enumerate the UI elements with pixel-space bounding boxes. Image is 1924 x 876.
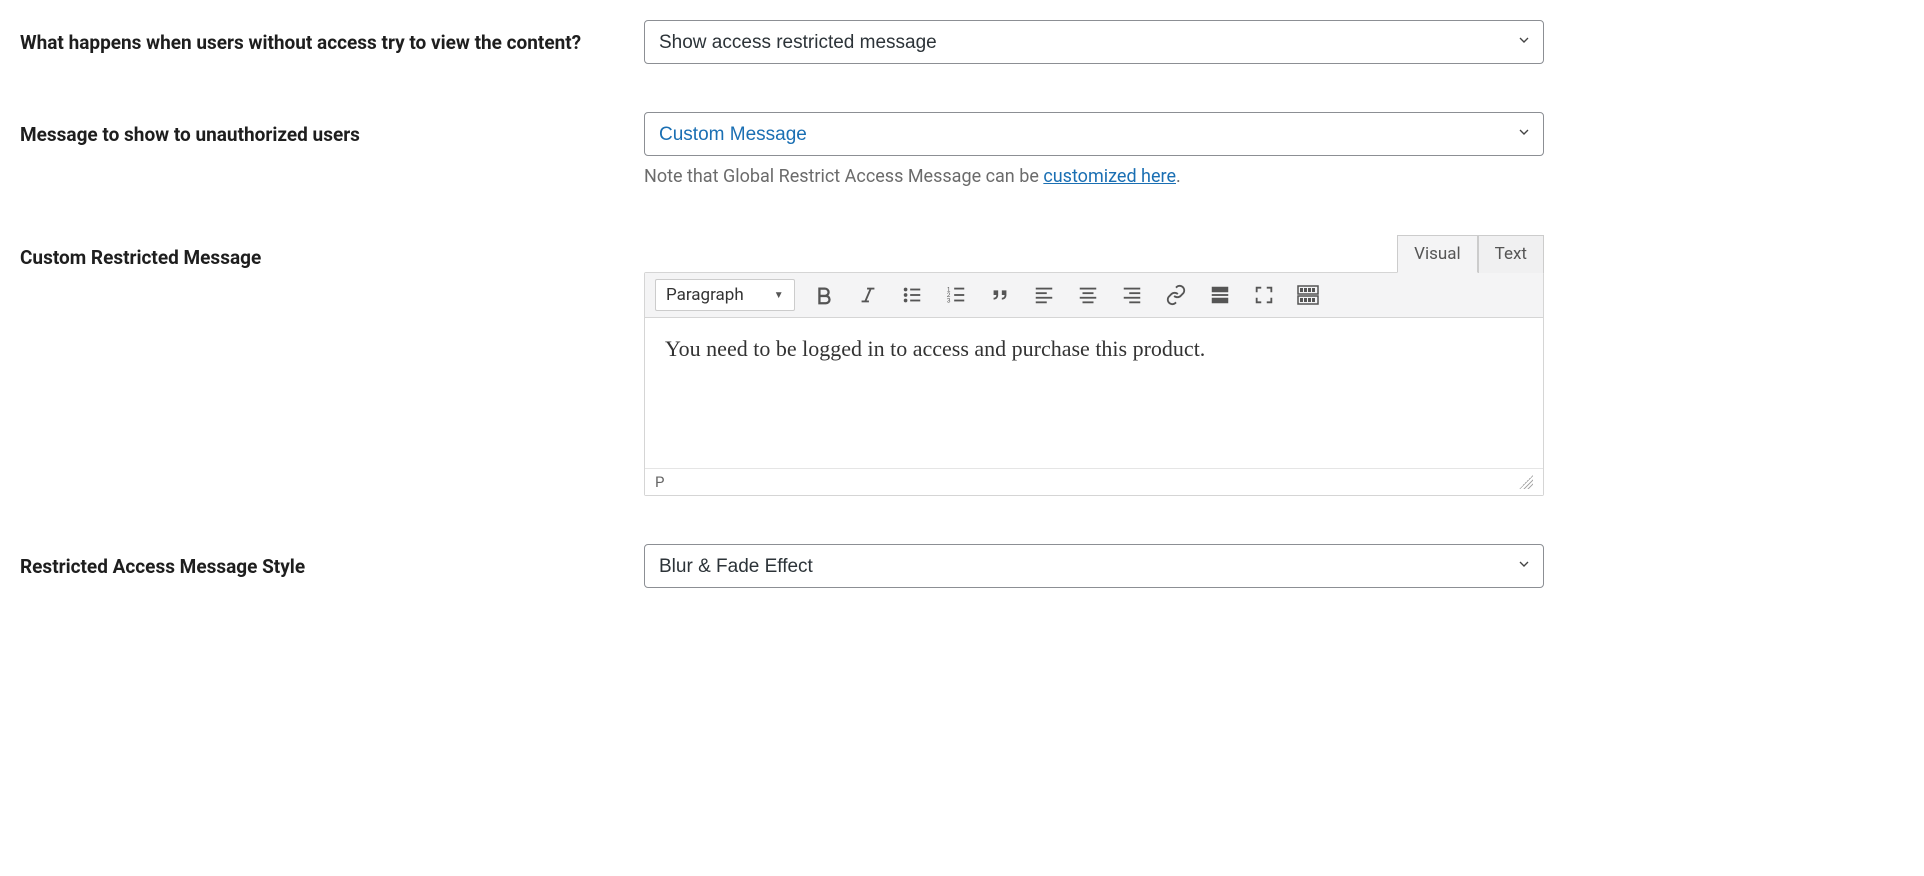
numbered-list-button[interactable]: 123 bbox=[941, 280, 971, 310]
label-custom-restricted-message: Custom Restricted Message bbox=[20, 235, 644, 272]
editor-toolbar: Paragraph ▼ 123 bbox=[645, 273, 1543, 318]
select-no-access-action[interactable]: Show access restricted message bbox=[644, 20, 1544, 64]
editor: Paragraph ▼ 123 bbox=[644, 272, 1544, 496]
format-dropdown-label: Paragraph bbox=[666, 285, 744, 305]
label-message-style: Restricted Access Message Style bbox=[20, 544, 644, 581]
editor-content[interactable]: You need to be logged in to access and p… bbox=[645, 318, 1543, 468]
select-wrap-unauth: Custom Message bbox=[644, 112, 1544, 156]
align-right-button[interactable] bbox=[1117, 280, 1147, 310]
link-button[interactable] bbox=[1161, 280, 1191, 310]
resize-grip-icon[interactable] bbox=[1519, 475, 1533, 489]
label-unauth-message: Message to show to unauthorized users bbox=[20, 112, 644, 149]
editor-statusbar: P bbox=[645, 468, 1543, 495]
row-message-style: Restricted Access Message Style Blur & F… bbox=[20, 544, 1904, 588]
align-center-button[interactable] bbox=[1073, 280, 1103, 310]
toolbar-toggle-button[interactable] bbox=[1293, 280, 1323, 310]
row-custom-restricted-message: Custom Restricted Message Visual Text Pa… bbox=[20, 235, 1904, 496]
tab-visual[interactable]: Visual bbox=[1397, 235, 1477, 273]
fullscreen-button[interactable] bbox=[1249, 280, 1279, 310]
control-custom-restricted-message: Visual Text Paragraph ▼ 123 bbox=[644, 235, 1544, 496]
bold-button[interactable] bbox=[809, 280, 839, 310]
control-unauth-message: Custom Message Note that Global Restrict… bbox=[644, 112, 1544, 187]
align-left-button[interactable] bbox=[1029, 280, 1059, 310]
svg-text:3: 3 bbox=[946, 297, 950, 304]
row-unauth-message: Message to show to unauthorized users Cu… bbox=[20, 112, 1904, 187]
editor-path: P bbox=[655, 473, 664, 491]
link-customize-global-message[interactable]: customized here bbox=[1043, 166, 1176, 187]
select-wrap-no-access: Show access restricted message bbox=[644, 20, 1544, 64]
row-no-access-action: What happens when users without access t… bbox=[20, 20, 1904, 64]
editor-tabs: Visual Text bbox=[644, 235, 1544, 272]
label-no-access-action: What happens when users without access t… bbox=[20, 20, 644, 57]
select-unauth-message[interactable]: Custom Message bbox=[644, 112, 1544, 156]
control-no-access-action: Show access restricted message bbox=[644, 20, 1544, 64]
bullet-list-button[interactable] bbox=[897, 280, 927, 310]
note-unauth-message: Note that Global Restrict Access Message… bbox=[644, 166, 1544, 187]
blockquote-button[interactable] bbox=[985, 280, 1015, 310]
format-dropdown[interactable]: Paragraph ▼ bbox=[655, 279, 795, 311]
triangle-down-icon: ▼ bbox=[774, 290, 784, 301]
control-message-style: Blur & Fade Effect bbox=[644, 544, 1544, 588]
italic-button[interactable] bbox=[853, 280, 883, 310]
tab-text[interactable]: Text bbox=[1478, 235, 1544, 273]
select-wrap-style: Blur & Fade Effect bbox=[644, 544, 1544, 588]
read-more-button[interactable] bbox=[1205, 280, 1235, 310]
select-message-style[interactable]: Blur & Fade Effect bbox=[644, 544, 1544, 588]
